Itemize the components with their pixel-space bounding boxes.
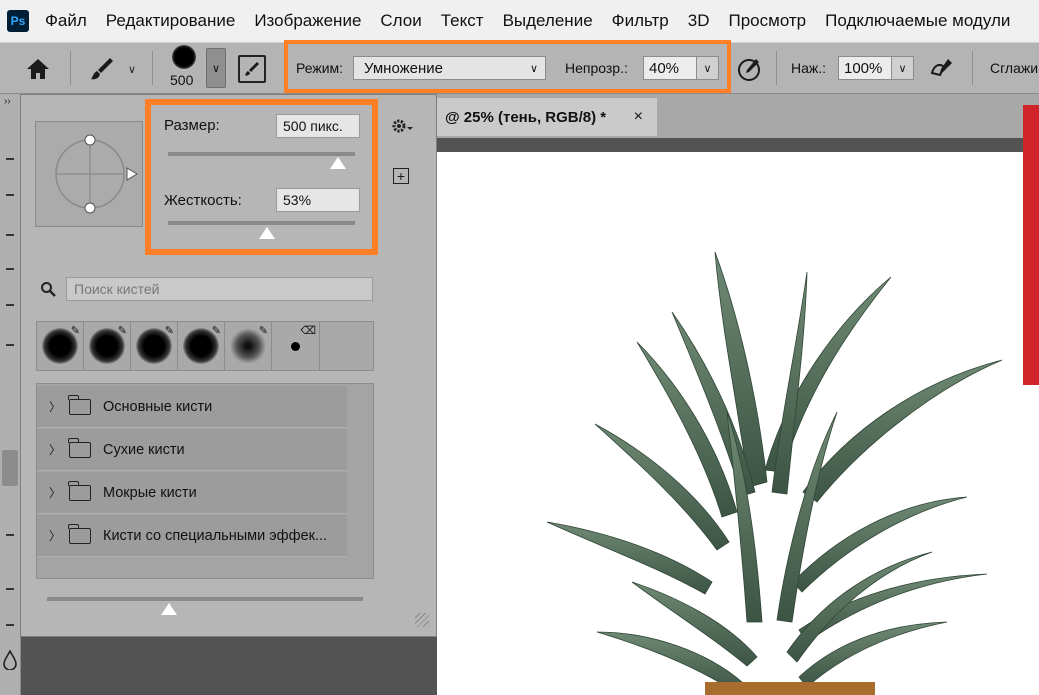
brush-angle-roundness-widget[interactable] bbox=[35, 121, 143, 227]
brush-preset[interactable]: ✎ bbox=[225, 322, 272, 370]
brush-pen-icon: ✎ bbox=[117, 325, 127, 337]
brush-picker-dropdown[interactable]: ∨ bbox=[206, 48, 226, 88]
menu-view[interactable]: Просмотр bbox=[729, 11, 807, 31]
document-tab[interactable]: @ 25% (тень, RGB/8) * × bbox=[437, 98, 657, 136]
chevron-right-icon[interactable]: 〉 bbox=[49, 527, 63, 544]
brush-preset[interactable]: ✎ bbox=[178, 322, 225, 370]
brush-preset[interactable]: ✎ bbox=[84, 322, 131, 370]
preview-size-slider-track[interactable] bbox=[47, 597, 363, 601]
options-bar: ∨ 500 ∨ Режим: Умножение ∨ Непрозр.: 40%… bbox=[0, 40, 1039, 94]
chevron-right-icon[interactable]: 〉 bbox=[49, 398, 63, 415]
tools-strip: ›› bbox=[0, 94, 21, 695]
folder-icon bbox=[68, 437, 91, 458]
menu-file[interactable]: Файл bbox=[45, 11, 87, 31]
document-tab-title: @ 25% (тень, RGB/8) * bbox=[445, 108, 607, 126]
brush-settings-panel-icon[interactable] bbox=[238, 55, 266, 83]
tool-icon[interactable] bbox=[6, 304, 14, 306]
document-canvas[interactable] bbox=[437, 152, 1039, 695]
expand-icon[interactable]: ›› bbox=[4, 96, 11, 107]
menu-image[interactable]: Изображение bbox=[254, 11, 361, 31]
brush-pen-icon: ✎ bbox=[70, 325, 80, 337]
pineapple-image bbox=[546, 251, 1003, 695]
options-separator bbox=[972, 51, 973, 85]
folder-row[interactable]: 〉 Основные кисти bbox=[37, 386, 347, 428]
tool-icon[interactable] bbox=[6, 234, 14, 236]
pressure-flow-icon[interactable] bbox=[928, 55, 958, 83]
folder-label: Мокрые кисти bbox=[103, 484, 197, 501]
folder-icon bbox=[68, 394, 91, 415]
brush-preset[interactable]: ⌫ bbox=[272, 322, 320, 370]
brush-pen-icon: ✎ bbox=[258, 325, 268, 337]
recent-brushes-row: ✎ ✎ ✎ ✎ ✎ ⌫ bbox=[36, 321, 374, 371]
brush-preset[interactable]: ✎ bbox=[131, 322, 178, 370]
brush-preset-empty bbox=[320, 322, 373, 370]
brush-search-input[interactable]: Поиск кистей bbox=[66, 277, 373, 301]
chevron-down-icon: ∨ bbox=[898, 62, 907, 75]
tool-icon[interactable] bbox=[6, 534, 14, 536]
tool-icon[interactable] bbox=[6, 194, 14, 196]
highlight-mode-opacity bbox=[284, 40, 731, 93]
flow-label: Наж.: bbox=[791, 60, 827, 76]
close-icon[interactable]: × bbox=[634, 108, 643, 126]
folder-row[interactable]: 〉 Мокрые кисти bbox=[37, 472, 347, 514]
menu-bar: Ps Файл Редактирование Изображение Слои … bbox=[0, 0, 1039, 43]
brush-folder-list: 〉 Основные кисти 〉 Сухие кисти 〉 Мокрые … bbox=[36, 383, 374, 579]
menu-3d[interactable]: 3D bbox=[688, 11, 710, 31]
canvas-border bbox=[437, 138, 1039, 152]
brush-size-readout: 500 bbox=[170, 72, 194, 88]
search-icon bbox=[40, 281, 56, 300]
options-separator bbox=[70, 51, 71, 85]
new-preset-icon[interactable]: + bbox=[393, 168, 409, 184]
tool-icon[interactable] bbox=[6, 268, 14, 270]
flow-field[interactable]: 100% bbox=[838, 56, 892, 80]
brush-pen-icon: ✎ bbox=[211, 325, 221, 337]
chevron-right-icon[interactable]: 〉 bbox=[49, 441, 63, 458]
brush-tool-icon[interactable] bbox=[88, 55, 116, 83]
resize-grip-icon[interactable] bbox=[415, 613, 429, 627]
tool-icon[interactable] bbox=[6, 344, 14, 346]
eraser-icon: ⌫ bbox=[300, 325, 316, 337]
photoshop-logo[interactable]: Ps bbox=[7, 10, 29, 32]
home-icon[interactable] bbox=[24, 55, 52, 83]
menu-filter[interactable]: Фильтр bbox=[612, 11, 669, 31]
folder-row[interactable]: 〉 Сухие кисти bbox=[37, 429, 347, 471]
flow-dropdown[interactable]: ∨ bbox=[892, 56, 914, 80]
tool-icon[interactable] bbox=[6, 158, 14, 160]
blur-tool-icon[interactable] bbox=[3, 649, 17, 673]
folder-row[interactable]: 〉 Кисти со специальными эффек... bbox=[37, 515, 347, 557]
brush-picker-panel: Размер: 500 пикс. Жесткость: 53% + Поиск… bbox=[20, 94, 437, 637]
folder-label: Кисти со специальными эффек... bbox=[103, 527, 327, 544]
highlight-size-hardness bbox=[145, 99, 378, 255]
gear-icon[interactable] bbox=[391, 117, 413, 140]
menu-layers[interactable]: Слои bbox=[380, 11, 421, 31]
menu-edit[interactable]: Редактирование bbox=[106, 11, 236, 31]
tool-icon[interactable] bbox=[6, 624, 14, 626]
folder-label: Сухие кисти bbox=[103, 441, 185, 458]
airbrush-icon[interactable] bbox=[736, 55, 764, 83]
brush-pen-icon: ✎ bbox=[164, 325, 174, 337]
folder-label: Основные кисти bbox=[103, 398, 213, 415]
red-color-strip bbox=[1023, 105, 1039, 385]
preview-size-slider-thumb[interactable] bbox=[161, 603, 177, 615]
menu-plugins[interactable]: Подключаемые модули bbox=[825, 11, 1010, 31]
chevron-down-icon: ∨ bbox=[211, 62, 221, 75]
smoothing-label: Сглажи bbox=[990, 60, 1039, 76]
tool-preset-chevron-icon[interactable]: ∨ bbox=[128, 63, 136, 76]
menu-select[interactable]: Выделение bbox=[503, 11, 593, 31]
folder-icon bbox=[68, 523, 91, 544]
brush-preset[interactable]: ✎ bbox=[37, 322, 84, 370]
brush-tip-preview[interactable] bbox=[172, 45, 196, 69]
options-separator bbox=[776, 51, 777, 85]
tool-icon[interactable] bbox=[6, 588, 14, 590]
active-tool-highlight[interactable] bbox=[2, 450, 18, 486]
chevron-right-icon[interactable]: 〉 bbox=[49, 484, 63, 501]
menu-type[interactable]: Текст bbox=[441, 11, 484, 31]
folder-icon bbox=[68, 480, 91, 501]
options-separator bbox=[152, 51, 153, 85]
